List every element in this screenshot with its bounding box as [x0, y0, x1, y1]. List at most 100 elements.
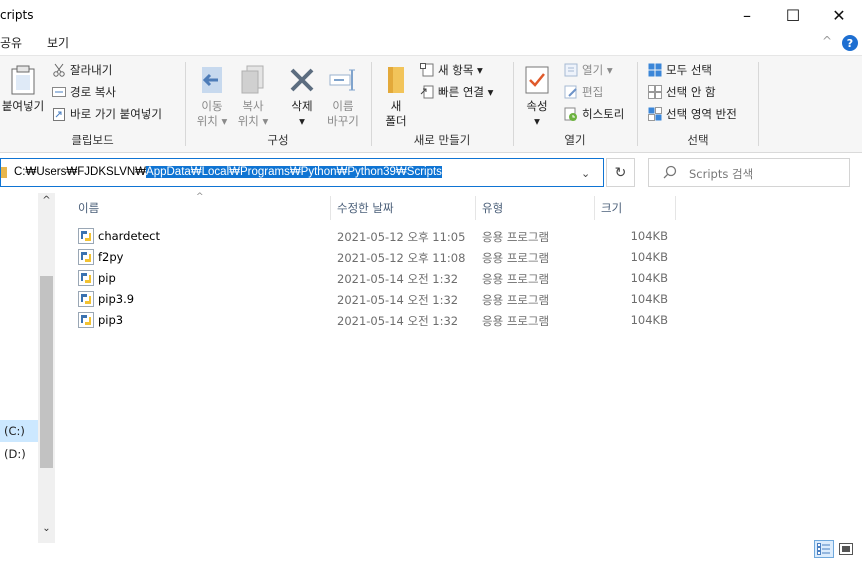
ribbon-divider — [758, 62, 759, 146]
rename-button[interactable]: 이름 바꾸기 — [322, 64, 364, 129]
paste-shortcut-button[interactable]: 바로 가기 붙여넣기 — [52, 106, 162, 122]
group-open: 속성 ▾ 열기 ▾ 편집 히스토리 열기 — [514, 56, 636, 153]
easy-access-button[interactable]: 빠른 연결 ▾ — [420, 84, 493, 100]
copy-to-label-1: 복사 — [242, 99, 264, 113]
file-row[interactable]: pip3.9 2021-05-14 오전 1:32 응용 프로그램 104KB — [56, 289, 696, 310]
details-view-icon[interactable] — [814, 540, 834, 558]
python-file-icon — [78, 270, 94, 286]
sort-ascending-icon: ^ — [196, 192, 204, 202]
view-toggle-group — [814, 540, 856, 558]
new-item-button[interactable]: 새 항목 ▾ — [420, 62, 483, 78]
new-group-label: 새로 만들기 — [413, 133, 471, 147]
file-modified: 2021-05-14 오전 1:32 — [337, 314, 459, 328]
edit-button[interactable]: 편집 — [564, 84, 603, 100]
column-divider[interactable] — [594, 196, 595, 220]
easy-access-icon — [420, 85, 434, 99]
select-all-button[interactable]: 모두 선택 — [648, 62, 712, 78]
delete-button[interactable]: 삭제 ▾ — [282, 64, 322, 129]
column-header-name[interactable]: 이름 — [78, 200, 99, 216]
navigation-pane: (C:) (D:) ^ ⌄ — [0, 193, 56, 543]
paste-shortcut-label: 바로 가기 붙여넣기 — [70, 107, 162, 121]
open-button[interactable]: 열기 ▾ — [564, 62, 613, 78]
invert-selection-label: 선택 영역 반전 — [666, 107, 737, 121]
properties-button[interactable]: 속성 ▾ — [518, 64, 556, 129]
file-modified: 2021-05-14 오전 1:32 — [337, 272, 459, 286]
folder-icon — [1, 167, 7, 178]
edit-icon — [564, 85, 578, 99]
maximize-button[interactable]: ☐ — [770, 0, 816, 31]
new-item-icon — [420, 63, 434, 77]
search-icon — [663, 165, 677, 182]
file-row[interactable]: pip 2021-05-14 오전 1:32 응용 프로그램 104KB — [56, 268, 696, 289]
paste-button[interactable]: 붙여넣기 — [0, 64, 46, 114]
new-folder-label-1: 새 — [390, 99, 402, 113]
address-path[interactable]: C:₩Users₩FJDKSLVN₩AppData₩Local₩Programs… — [14, 166, 442, 178]
open-group-label: 열기 — [564, 133, 586, 147]
close-button[interactable]: ✕ — [816, 0, 862, 31]
new-folder-button[interactable]: 새 폴더 — [378, 64, 414, 129]
large-icons-view-icon[interactable] — [836, 540, 856, 558]
address-row: C:₩Users₩FJDKSLVN₩AppData₩Local₩Programs… — [0, 153, 862, 193]
title-bar: cripts – ☐ ✕ — [0, 0, 862, 31]
file-modified: 2021-05-14 오전 1:32 — [337, 293, 459, 307]
python-file-icon — [78, 249, 94, 265]
move-to-label-2: 위치 ▾ — [196, 114, 228, 128]
column-divider[interactable] — [330, 196, 331, 220]
nav-item-drive-d[interactable]: (D:) — [0, 443, 38, 465]
scroll-down-arrow-icon[interactable]: ⌄ — [38, 523, 55, 539]
select-none-button[interactable]: 선택 안 함 — [648, 84, 716, 100]
copy-to-button[interactable]: 복사 위치 ▾ — [233, 64, 273, 129]
rename-label-2: 바꾸기 — [327, 114, 359, 128]
copy-path-button[interactable]: 경로 복사 — [52, 84, 116, 100]
column-header-size[interactable]: 크기 — [601, 200, 622, 216]
file-type: 응용 프로그램 — [482, 230, 550, 244]
address-history-chevron-icon[interactable]: ⌄ — [581, 167, 590, 180]
select-all-icon — [648, 63, 662, 77]
cut-button[interactable]: 잘라내기 — [52, 62, 112, 78]
tab-share[interactable]: 공유 — [0, 34, 22, 51]
new-folder-icon — [381, 64, 411, 96]
file-row[interactable]: pip3 2021-05-14 오전 1:32 응용 프로그램 104KB — [56, 310, 696, 331]
column-divider[interactable] — [675, 196, 676, 220]
column-header-type[interactable]: 유형 — [482, 200, 503, 216]
minimize-button[interactable]: – — [724, 0, 770, 31]
help-icon[interactable]: ? — [842, 35, 858, 51]
nav-scrollbar[interactable]: ^ ⌄ — [38, 193, 55, 543]
select-all-label: 모두 선택 — [666, 63, 712, 77]
file-type: 응용 프로그램 — [482, 314, 550, 328]
collapse-ribbon-button[interactable]: ^ — [822, 34, 832, 48]
file-row[interactable]: chardetect 2021-05-12 오후 11:05 응용 프로그램 1… — [56, 226, 696, 247]
invert-selection-icon — [648, 107, 662, 121]
delete-x-icon — [287, 64, 317, 96]
refresh-button[interactable]: ↻ — [606, 158, 635, 187]
move-to-icon — [197, 64, 227, 96]
nav-item-drive-c[interactable]: (C:) — [0, 420, 38, 442]
search-box[interactable]: Scripts 검색 — [648, 158, 850, 187]
file-size: 104KB — [630, 229, 668, 243]
easy-access-label: 빠른 연결 ▾ — [438, 85, 494, 99]
scrollbar-thumb[interactable] — [40, 276, 53, 468]
open-label: 열기 ▾ — [582, 63, 613, 77]
clipboard-icon — [8, 64, 38, 96]
open-icon — [564, 63, 578, 77]
scroll-up-arrow-icon[interactable]: ^ — [38, 195, 55, 211]
column-header-modified[interactable]: 수정한 날짜 — [337, 200, 394, 216]
file-size: 104KB — [630, 250, 668, 264]
column-divider[interactable] — [475, 196, 476, 220]
select-none-icon — [648, 85, 662, 99]
history-button[interactable]: 히스토리 — [564, 106, 624, 122]
address-bar[interactable]: C:₩Users₩FJDKSLVN₩AppData₩Local₩Programs… — [0, 158, 604, 187]
file-modified: 2021-05-12 오후 11:05 — [337, 230, 466, 244]
file-row[interactable]: f2py 2021-05-12 오후 11:08 응용 프로그램 104KB — [56, 247, 696, 268]
new-folder-label-2: 폴더 — [385, 114, 407, 128]
file-type: 응용 프로그램 — [482, 251, 550, 265]
file-name: pip3 — [98, 313, 124, 327]
tab-view[interactable]: 보기 — [47, 34, 69, 51]
address-selected-text: AppData₩Local₩Programs₩Python₩Python39₩S… — [146, 166, 442, 178]
file-type: 응용 프로그램 — [482, 293, 550, 307]
history-icon — [564, 107, 578, 121]
move-to-button[interactable]: 이동 위치 ▾ — [192, 64, 232, 129]
invert-selection-button[interactable]: 선택 영역 반전 — [648, 106, 737, 122]
group-new: 새 폴더 새 항목 ▾ 빠른 연결 ▾ 새로 만들기 — [372, 56, 512, 153]
properties-check-icon — [522, 64, 552, 96]
